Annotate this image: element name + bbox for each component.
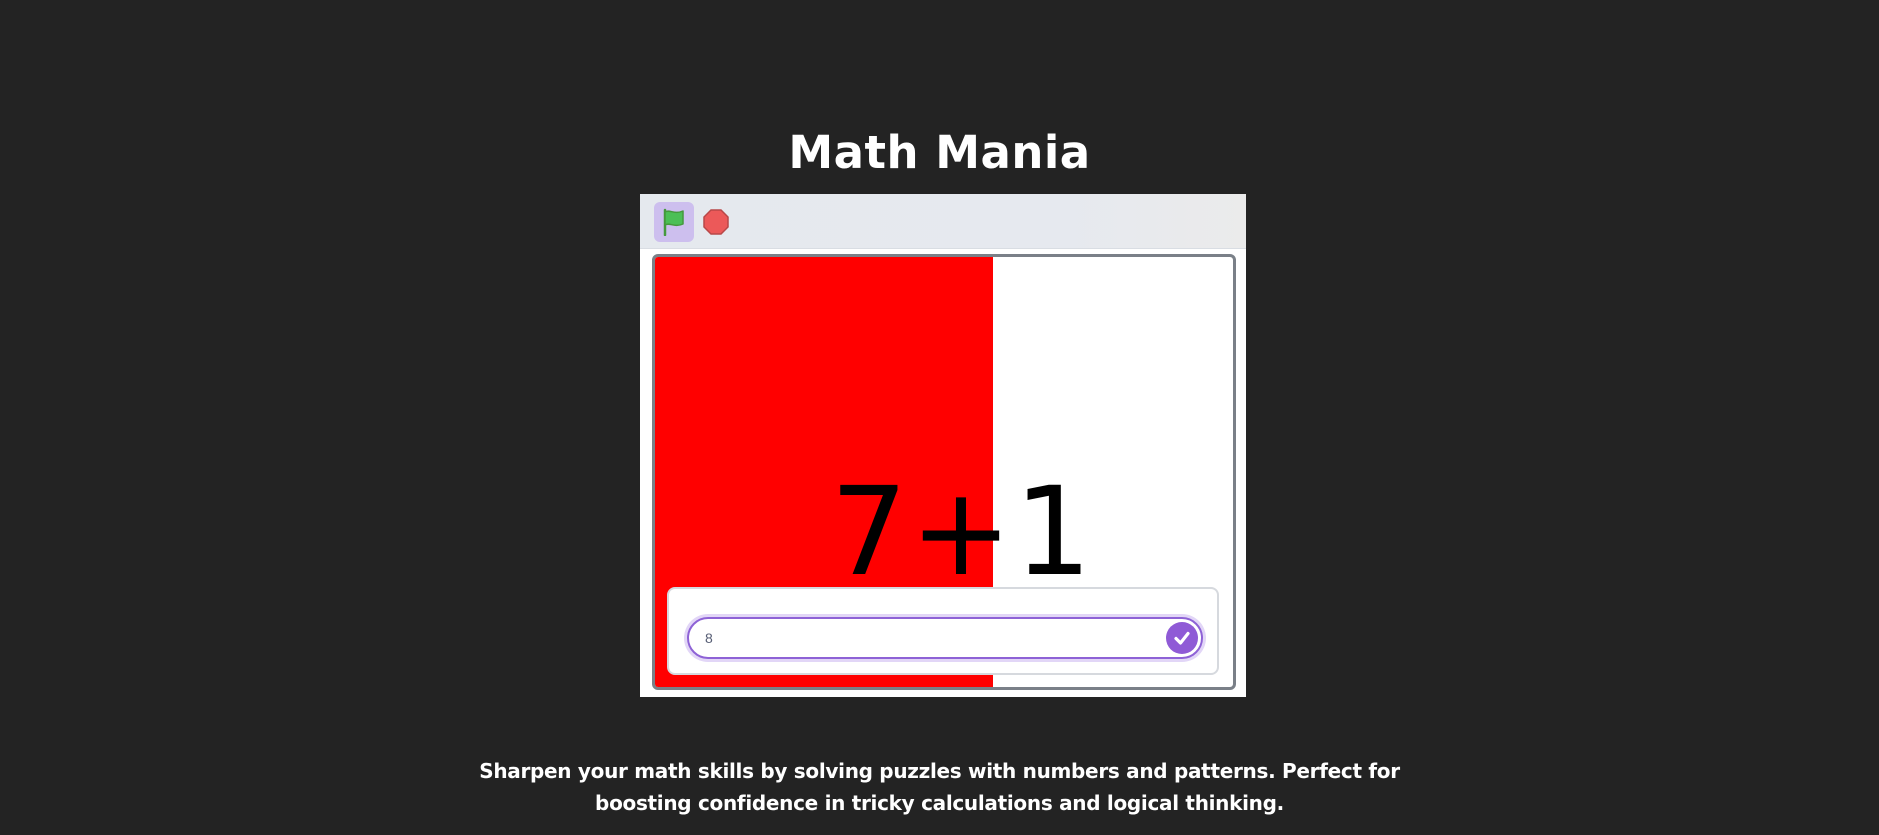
description-line-1: Sharpen your math skills by solving puzz… <box>479 759 1400 783</box>
answer-field[interactable] <box>687 617 1203 659</box>
check-icon <box>1174 631 1190 645</box>
submit-answer-button[interactable] <box>1166 622 1198 654</box>
description-line-2: boosting confidence in tricky calculatio… <box>595 791 1284 815</box>
page-title: Math Mania <box>788 126 1091 179</box>
math-problem: 7+1 <box>830 461 1094 603</box>
answer-input[interactable] <box>705 625 1135 651</box>
player-controls-bar <box>640 194 1246 249</box>
game-description: Sharpen your math skills by solving puzz… <box>0 755 1879 819</box>
green-flag-button[interactable] <box>654 202 694 242</box>
game-player: 7+1 <box>640 194 1246 697</box>
answer-prompt-box <box>667 587 1219 675</box>
game-stage[interactable]: 7+1 <box>652 254 1236 690</box>
green-flag-icon <box>663 208 684 236</box>
stop-button[interactable] <box>702 208 730 236</box>
stop-sign-icon <box>703 209 729 235</box>
